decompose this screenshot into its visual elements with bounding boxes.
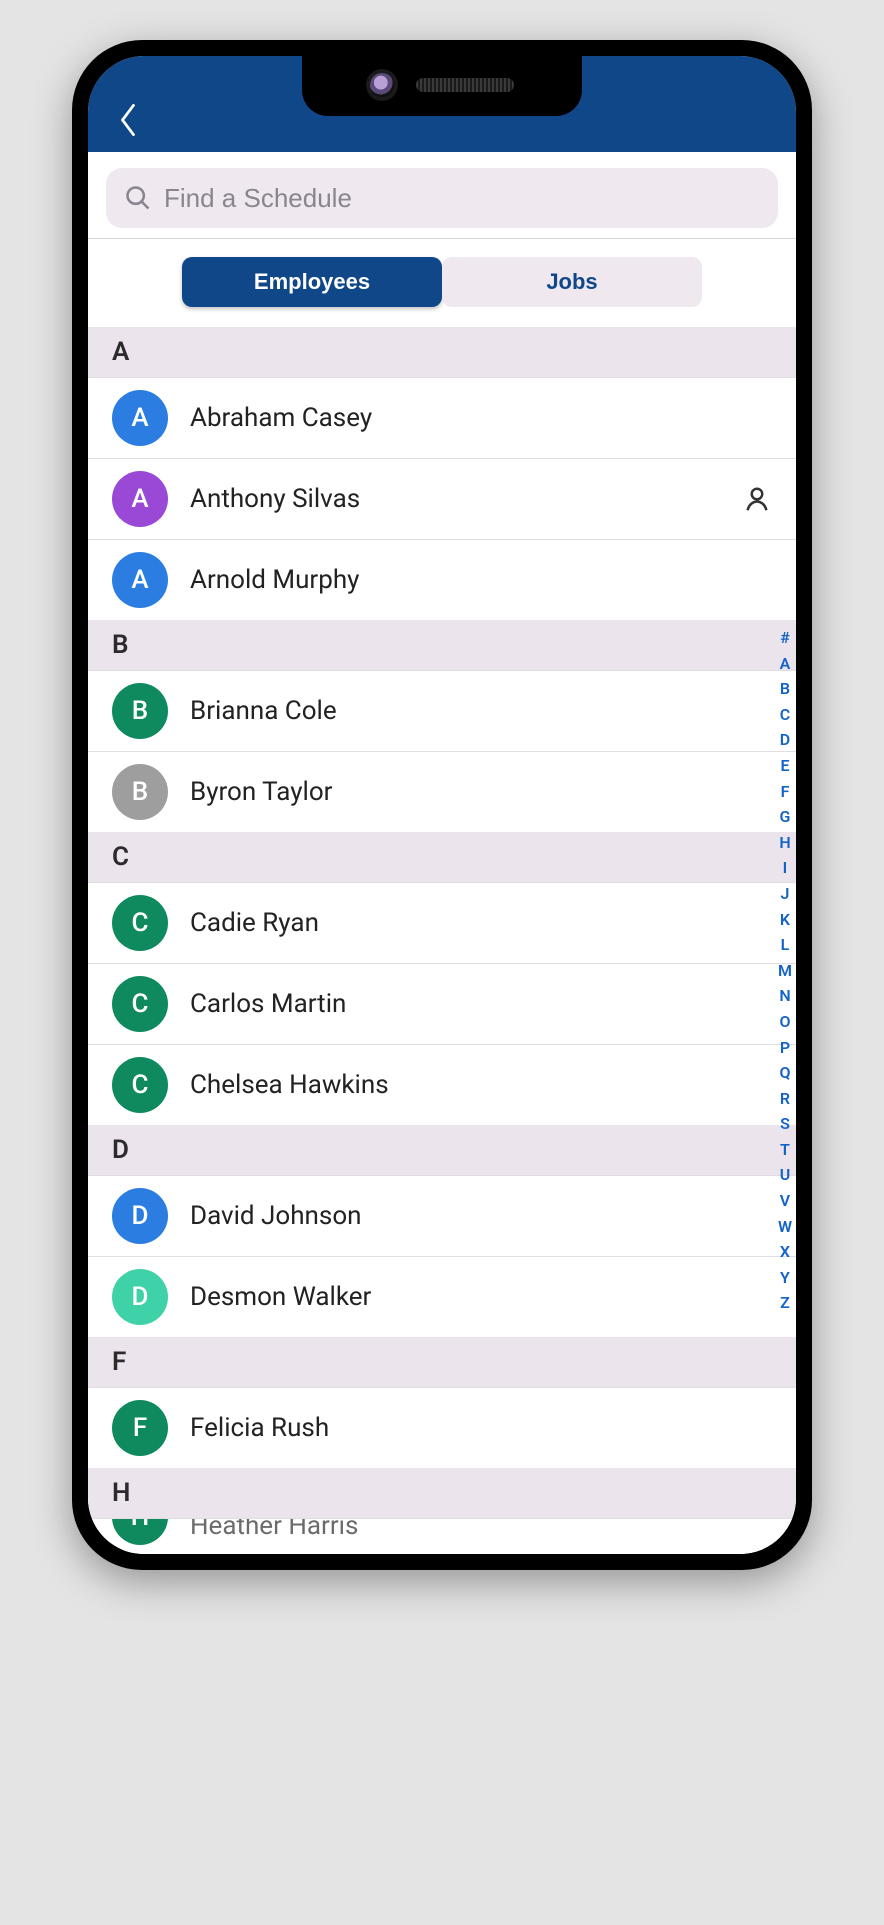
- avatar: H: [112, 1518, 168, 1545]
- index-letter[interactable]: A: [778, 653, 792, 675]
- back-button[interactable]: [106, 98, 150, 142]
- employee-name: Anthony Silvas: [190, 484, 720, 514]
- index-letter[interactable]: M: [778, 960, 792, 982]
- index-letter[interactable]: Z: [778, 1292, 792, 1314]
- employee-name: Chelsea Hawkins: [190, 1070, 772, 1100]
- index-letter[interactable]: C: [778, 704, 792, 726]
- index-letter[interactable]: G: [778, 806, 792, 828]
- employee-name: Carlos Martin: [190, 989, 772, 1019]
- alpha-index[interactable]: # ABCDEFGHIJKLMNOPQRSTUVWXYZ: [778, 627, 792, 1314]
- search-icon: [124, 184, 152, 212]
- employee-row[interactable]: F Felicia Rush: [88, 1387, 796, 1468]
- index-letter[interactable]: J: [778, 883, 792, 905]
- section-header: H: [88, 1468, 796, 1518]
- employee-name: Cadie Ryan: [190, 908, 772, 938]
- index-letter[interactable]: L: [778, 934, 792, 956]
- chevron-left-icon: [117, 101, 139, 139]
- index-letter[interactable]: T: [778, 1139, 792, 1161]
- employee-row[interactable]: D Desmon Walker: [88, 1256, 796, 1337]
- avatar: D: [112, 1269, 168, 1325]
- index-letter[interactable]: N: [778, 985, 792, 1007]
- employee-row[interactable]: B Byron Taylor: [88, 751, 796, 832]
- tab-jobs[interactable]: Jobs: [442, 257, 702, 307]
- employee-name: Arnold Murphy: [190, 565, 772, 595]
- index-letter[interactable]: F: [778, 781, 792, 803]
- employee-row[interactable]: A Arnold Murphy: [88, 539, 796, 620]
- index-letter[interactable]: U: [778, 1164, 792, 1186]
- employee-row[interactable]: C Carlos Martin: [88, 963, 796, 1044]
- camera-icon: [370, 73, 394, 97]
- avatar: C: [112, 1057, 168, 1113]
- avatar: A: [112, 552, 168, 608]
- section-header: A: [88, 327, 796, 377]
- search-input[interactable]: [164, 183, 760, 214]
- index-letter[interactable]: D: [778, 729, 792, 751]
- index-letter[interactable]: V: [778, 1190, 792, 1212]
- index-letter[interactable]: S: [778, 1113, 792, 1135]
- tab-employees[interactable]: Employees: [182, 257, 442, 307]
- index-letter[interactable]: Y: [778, 1267, 792, 1289]
- employee-row[interactable]: C Cadie Ryan: [88, 882, 796, 963]
- screen: Employees Jobs AAAbraham CaseyAAnthony S…: [88, 56, 796, 1554]
- index-letter[interactable]: X: [778, 1241, 792, 1263]
- avatar: C: [112, 895, 168, 951]
- section-header: F: [88, 1337, 796, 1387]
- employee-name: Felicia Rush: [190, 1413, 772, 1443]
- person-icon: [742, 484, 772, 514]
- index-letter[interactable]: I: [778, 857, 792, 879]
- index-letter[interactable]: R: [778, 1088, 792, 1110]
- index-letter[interactable]: P: [778, 1037, 792, 1059]
- avatar: A: [112, 471, 168, 527]
- employee-row[interactable]: A Abraham Casey: [88, 377, 796, 458]
- avatar: D: [112, 1188, 168, 1244]
- section-header: C: [88, 832, 796, 882]
- index-letter[interactable]: H: [778, 832, 792, 854]
- avatar: C: [112, 976, 168, 1032]
- section-header: B: [88, 620, 796, 670]
- index-letter[interactable]: O: [778, 1011, 792, 1033]
- index-letter[interactable]: W: [778, 1216, 792, 1238]
- index-letter[interactable]: #: [778, 627, 792, 649]
- avatar: F: [112, 1400, 168, 1456]
- employee-name: Abraham Casey: [190, 403, 772, 433]
- phone-frame: Employees Jobs AAAbraham CaseyAAnthony S…: [72, 40, 812, 1570]
- employee-list[interactable]: AAAbraham CaseyAAnthony SilvasAArnold Mu…: [88, 327, 796, 1554]
- employee-row[interactable]: C Chelsea Hawkins: [88, 1044, 796, 1125]
- avatar: B: [112, 764, 168, 820]
- employee-row[interactable]: A Anthony Silvas: [88, 458, 796, 539]
- avatar: B: [112, 683, 168, 739]
- employee-name: Brianna Cole: [190, 696, 772, 726]
- employee-name: David Johnson: [190, 1201, 772, 1231]
- segmented-control: Employees Jobs: [88, 239, 796, 327]
- employee-name: Desmon Walker: [190, 1282, 772, 1312]
- avatar: A: [112, 390, 168, 446]
- section-header: D: [88, 1125, 796, 1175]
- employee-row[interactable]: B Brianna Cole: [88, 670, 796, 751]
- employee-name: Byron Taylor: [190, 777, 772, 807]
- index-letter[interactable]: E: [778, 755, 792, 777]
- search-bar[interactable]: [106, 168, 778, 228]
- index-letter[interactable]: Q: [778, 1062, 792, 1084]
- employee-name: Heather Harris: [190, 1518, 772, 1541]
- device-notch: [302, 56, 582, 116]
- index-letter[interactable]: B: [778, 678, 792, 700]
- speaker-grille-icon: [416, 78, 514, 92]
- employee-row[interactable]: H Heather Harris: [88, 1518, 796, 1554]
- index-letter[interactable]: K: [778, 909, 792, 931]
- search-bar-container: [88, 152, 796, 238]
- employee-row[interactable]: D David Johnson: [88, 1175, 796, 1256]
